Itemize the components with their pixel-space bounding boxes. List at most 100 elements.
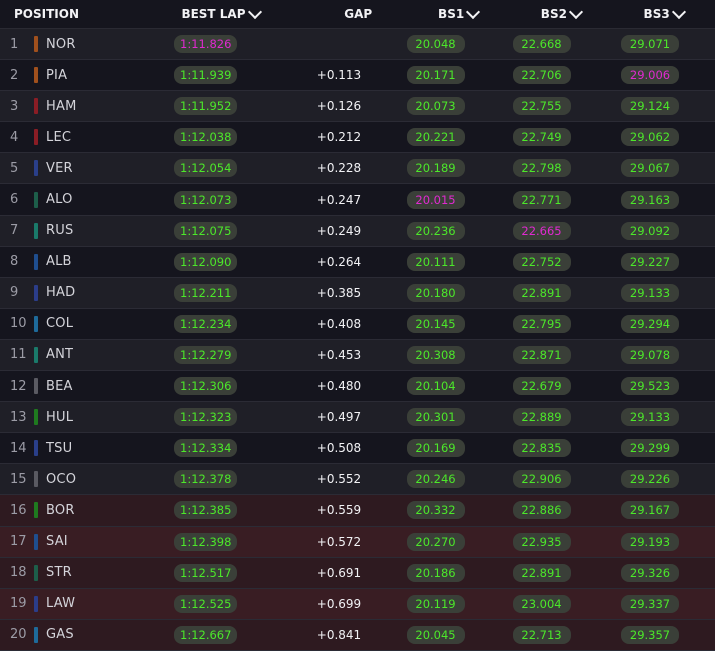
- bs1-cell: 20.308: [376, 345, 479, 364]
- best-lap-time: 1:12.525: [174, 594, 238, 613]
- position-column-header[interactable]: POSITION: [0, 7, 181, 21]
- bs1-cell: 20.048: [376, 35, 479, 54]
- bs1-time: 20.308: [406, 345, 465, 364]
- bs1-time: 20.236: [406, 221, 465, 240]
- position-number: 18: [10, 565, 27, 581]
- bs2-cell: 22.706: [479, 66, 588, 85]
- table-row[interactable]: 5 VER 1:12.054 +0.228 20.189 22.798 29.067: [0, 153, 715, 185]
- bs3-time: 29.227: [621, 252, 679, 271]
- best-lap-time: 1:12.073: [174, 190, 238, 209]
- bs1-cell: 20.169: [376, 439, 479, 458]
- driver-code: PIA: [46, 67, 68, 83]
- bs3-cell: 29.062: [588, 128, 696, 147]
- team-color-bar: [34, 378, 38, 395]
- table-row[interactable]: 4 LEC 1:12.038 +0.212 20.221 22.749 29.062: [0, 122, 715, 154]
- position-number: 4: [10, 129, 19, 145]
- table-row[interactable]: 12 BEA 1:12.306 +0.480 20.104 22.679 29.523: [0, 371, 715, 403]
- table-row[interactable]: 1 NOR 1:11.826 20.048 22.668 29.071: [0, 29, 715, 61]
- table-row[interactable]: 17 SAI 1:12.398 +0.572 20.270 22.935 29.193: [0, 526, 715, 558]
- best-lap-time: 1:12.398: [174, 532, 238, 551]
- table-row[interactable]: 7 RUS 1:12.075 +0.249 20.236 22.665 29.092: [0, 215, 715, 247]
- best-lap-time: 1:12.306: [174, 377, 238, 396]
- bs2-time: 22.906: [512, 470, 571, 489]
- bs3-time: 29.133: [621, 408, 679, 427]
- bs2-time: 22.749: [512, 128, 571, 147]
- bs3-cell: 29.193: [588, 532, 696, 551]
- bs1-cell: 20.189: [376, 159, 479, 178]
- bs2-time: 22.886: [512, 501, 571, 520]
- gap-value: +0.508: [316, 441, 362, 456]
- bs3-cell: 29.299: [588, 439, 696, 458]
- best-lap-time: 1:12.667: [174, 625, 238, 644]
- bs3-time: 29.067: [621, 159, 679, 178]
- gap-column-header[interactable]: GAP: [294, 7, 407, 21]
- gap-value: +0.480: [316, 379, 362, 394]
- driver-code: GAS: [46, 627, 74, 643]
- best-lap-time: 1:11.952: [174, 97, 238, 116]
- best-lap-cell: 1:12.211: [174, 283, 302, 302]
- chevron-down-icon: [671, 4, 686, 19]
- bs1-cell: 20.236: [376, 221, 479, 240]
- bs2-time: 22.706: [512, 66, 571, 85]
- table-row[interactable]: 3 HAM 1:11.952 +0.126 20.073 22.755 29.124: [0, 91, 715, 123]
- bs2-time: 22.665: [512, 221, 571, 240]
- best-lap-cell: 1:12.075: [174, 221, 302, 240]
- position-number: 14: [10, 440, 27, 456]
- bs2-cell: 22.668: [479, 35, 588, 54]
- bs1-cell: 20.186: [376, 563, 479, 582]
- bs1-time: 20.221: [406, 128, 465, 147]
- table-row[interactable]: 2 PIA 1:11.939 +0.113 20.171 22.706 29.006: [0, 60, 715, 92]
- bs2-time: 22.891: [512, 283, 571, 302]
- bs2-time: 22.752: [512, 252, 571, 271]
- position-number: 15: [10, 471, 27, 487]
- best-lap-cell: 1:12.378: [174, 470, 302, 489]
- chevron-down-icon: [466, 4, 481, 19]
- bs3-cell: 29.067: [588, 159, 696, 178]
- best-lap-column-header[interactable]: BEST LAP: [181, 4, 293, 21]
- table-row[interactable]: 9 HAD 1:12.211 +0.385 20.180 22.891 29.133: [0, 277, 715, 309]
- bs2-cell: 22.755: [479, 97, 588, 116]
- bs3-cell: 29.337: [588, 594, 696, 613]
- best-lap-time: 1:12.279: [174, 345, 238, 364]
- best-lap-time: 1:12.211: [174, 283, 238, 302]
- driver-code: BOR: [46, 502, 75, 518]
- team-color-bar: [34, 284, 38, 301]
- bs2-time: 22.891: [512, 563, 571, 582]
- best-lap-cell: 1:12.038: [174, 128, 302, 147]
- table-row[interactable]: 14 TSU 1:12.334 +0.508 20.169 22.835 29.299: [0, 433, 715, 465]
- table-row[interactable]: 15 OCO 1:12.378 +0.552 20.246 22.906 29.226: [0, 464, 715, 496]
- bs1-cell: 20.119: [376, 594, 479, 613]
- bs3-time: 29.167: [621, 501, 679, 520]
- table-row[interactable]: 18 STR 1:12.517 +0.691 20.186 22.891 29.326: [0, 557, 715, 589]
- bs3-cell: 29.523: [588, 377, 696, 396]
- team-color-bar: [34, 595, 38, 612]
- bs1-column-header[interactable]: BS1: [407, 4, 510, 21]
- bs2-column-header[interactable]: BS2: [510, 4, 613, 21]
- table-row[interactable]: 6 ALO 1:12.073 +0.247 20.015 22.771 29.163: [0, 184, 715, 216]
- timing-table: POSITION BEST LAP GAP BS1 BS2 BS3 1 NOR 1:…: [0, 0, 715, 651]
- team-color-bar: [34, 36, 38, 53]
- bs2-cell: 22.752: [479, 252, 588, 271]
- bs2-time: 22.679: [512, 377, 571, 396]
- table-row[interactable]: 20 GAS 1:12.667 +0.841 20.045 22.713 29.357: [0, 619, 715, 651]
- table-row[interactable]: 13 HUL 1:12.323 +0.497 20.301 22.889 29.133: [0, 402, 715, 434]
- driver-code: STR: [46, 565, 72, 581]
- table-row[interactable]: 11 ANT 1:12.279 +0.453 20.308 22.871 29.078: [0, 339, 715, 372]
- table-row[interactable]: 16 BOR 1:12.385 +0.559 20.332 22.886 29.167: [0, 495, 715, 527]
- team-color-bar: [34, 626, 38, 643]
- position-number: 12: [10, 378, 27, 394]
- bs3-column-header[interactable]: BS3: [612, 4, 715, 21]
- bs3-cell: 29.326: [588, 563, 696, 582]
- bs1-time: 20.048: [406, 35, 465, 54]
- bs1-cell: 20.301: [376, 408, 479, 427]
- table-row[interactable]: 10 COL 1:12.234 +0.408 20.145 22.795 29.294: [0, 308, 715, 340]
- table-row[interactable]: 19 LAW 1:12.525 +0.699 20.119 23.004 29.337: [0, 588, 715, 620]
- bs2-cell: 22.891: [479, 283, 588, 302]
- bs2-time: 22.713: [512, 625, 571, 644]
- bs2-cell: 22.771: [479, 190, 588, 209]
- bs1-cell: 20.045: [376, 625, 479, 644]
- bs1-cell: 20.332: [376, 501, 479, 520]
- gap-value: +0.552: [316, 472, 362, 487]
- bs3-header-label: BS3: [643, 7, 670, 21]
- table-row[interactable]: 8 ALB 1:12.090 +0.264 20.111 22.752 29.227: [0, 246, 715, 278]
